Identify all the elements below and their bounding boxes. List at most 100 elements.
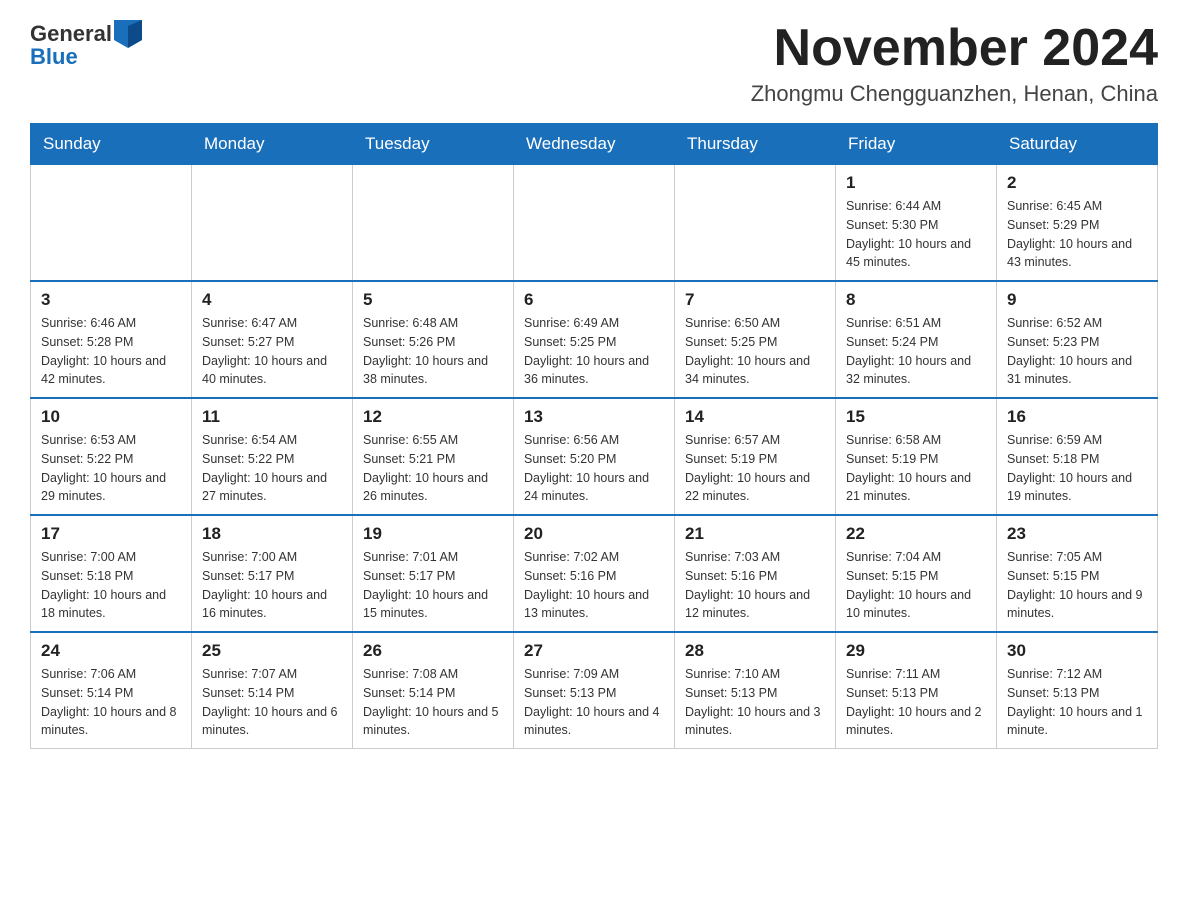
day-number: 19	[363, 524, 503, 544]
calendar-cell: 7 Sunrise: 6:50 AM Sunset: 5:25 PM Daylig…	[675, 281, 836, 398]
day-info: Sunrise: 6:48 AM Sunset: 5:26 PM Dayligh…	[363, 314, 503, 389]
calendar-cell: 29 Sunrise: 7:11 AM Sunset: 5:13 PM Dayli…	[836, 632, 997, 749]
calendar-cell: 27Sunrise: 7:09 AM Sunset: 5:13 PM Dayli…	[514, 632, 675, 749]
col-thursday: Thursday	[675, 124, 836, 165]
day-info: Sunrise: 6:59 AM Sunset: 5:18 PM Dayligh…	[1007, 431, 1147, 506]
col-monday: Monday	[192, 124, 353, 165]
day-number: 24	[41, 641, 181, 661]
day-number: 29	[846, 641, 986, 661]
day-number: 13	[524, 407, 664, 427]
day-info: Sunrise: 7:07 AM Sunset: 5:14 PM Dayligh…	[202, 665, 342, 740]
day-number: 22	[846, 524, 986, 544]
day-info: Sunrise: 7:00 AM Sunset: 5:17 PM Dayligh…	[202, 548, 342, 623]
page-header: General Blue November 2024 Zhongmu Cheng…	[30, 20, 1158, 107]
calendar-cell: 20 Sunrise: 7:02 AM Sunset: 5:16 PM Dayli…	[514, 515, 675, 632]
day-info: Sunrise: 7:04 AM Sunset: 5:15 PM Dayligh…	[846, 548, 986, 623]
day-info: Sunrise: 6:50 AM Sunset: 5:25 PM Dayligh…	[685, 314, 825, 389]
calendar-cell	[31, 165, 192, 282]
day-info: Sunrise: 7:12 AM Sunset: 5:13 PM Dayligh…	[1007, 665, 1147, 740]
day-number: 18	[202, 524, 342, 544]
day-info: Sunrise: 7:11 AM Sunset: 5:13 PM Dayligh…	[846, 665, 986, 740]
calendar-cell	[192, 165, 353, 282]
col-tuesday: Tuesday	[353, 124, 514, 165]
calendar-week-row: 1 Sunrise: 6:44 AM Sunset: 5:30 PM Daylig…	[31, 165, 1158, 282]
day-number: 10	[41, 407, 181, 427]
calendar-cell: 17Sunrise: 7:00 AM Sunset: 5:18 PM Dayli…	[31, 515, 192, 632]
day-number: 15	[846, 407, 986, 427]
day-number: 14	[685, 407, 825, 427]
location: Zhongmu Chengguanzhen, Henan, China	[751, 81, 1158, 107]
calendar-cell: 3 Sunrise: 6:46 AM Sunset: 5:28 PM Daylig…	[31, 281, 192, 398]
calendar-cell: 6 Sunrise: 6:49 AM Sunset: 5:25 PM Daylig…	[514, 281, 675, 398]
calendar-cell: 9 Sunrise: 6:52 AM Sunset: 5:23 PM Daylig…	[997, 281, 1158, 398]
col-wednesday: Wednesday	[514, 124, 675, 165]
calendar-cell: 28 Sunrise: 7:10 AM Sunset: 5:13 PM Dayli…	[675, 632, 836, 749]
calendar-table: Sunday Monday Tuesday Wednesday Thursday…	[30, 123, 1158, 749]
calendar-cell: 21 Sunrise: 7:03 AM Sunset: 5:16 PM Dayli…	[675, 515, 836, 632]
calendar-cell: 14 Sunrise: 6:57 AM Sunset: 5:19 PM Dayli…	[675, 398, 836, 515]
day-info: Sunrise: 6:57 AM Sunset: 5:19 PM Dayligh…	[685, 431, 825, 506]
calendar-cell: 5 Sunrise: 6:48 AM Sunset: 5:26 PM Daylig…	[353, 281, 514, 398]
day-info: Sunrise: 6:54 AM Sunset: 5:22 PM Dayligh…	[202, 431, 342, 506]
day-number: 8	[846, 290, 986, 310]
calendar-cell: 26Sunrise: 7:08 AM Sunset: 5:14 PM Dayli…	[353, 632, 514, 749]
calendar-cell: 23 Sunrise: 7:05 AM Sunset: 5:15 PM Dayli…	[997, 515, 1158, 632]
col-saturday: Saturday	[997, 124, 1158, 165]
col-sunday: Sunday	[31, 124, 192, 165]
calendar-cell: 24 Sunrise: 7:06 AM Sunset: 5:14 PM Dayli…	[31, 632, 192, 749]
day-number: 23	[1007, 524, 1147, 544]
day-info: Sunrise: 6:51 AM Sunset: 5:24 PM Dayligh…	[846, 314, 986, 389]
day-info: Sunrise: 6:58 AM Sunset: 5:19 PM Dayligh…	[846, 431, 986, 506]
day-info: Sunrise: 7:00 AM Sunset: 5:18 PM Dayligh…	[41, 548, 181, 623]
calendar-cell: 30Sunrise: 7:12 AM Sunset: 5:13 PM Dayli…	[997, 632, 1158, 749]
day-info: Sunrise: 7:05 AM Sunset: 5:15 PM Dayligh…	[1007, 548, 1147, 623]
calendar-cell: 11Sunrise: 6:54 AM Sunset: 5:22 PM Dayli…	[192, 398, 353, 515]
calendar-cell: 19 Sunrise: 7:01 AM Sunset: 5:17 PM Dayli…	[353, 515, 514, 632]
calendar-cell: 22 Sunrise: 7:04 AM Sunset: 5:15 PM Dayli…	[836, 515, 997, 632]
day-number: 16	[1007, 407, 1147, 427]
day-info: Sunrise: 6:56 AM Sunset: 5:20 PM Dayligh…	[524, 431, 664, 506]
calendar-cell: 10Sunrise: 6:53 AM Sunset: 5:22 PM Dayli…	[31, 398, 192, 515]
calendar-cell: 16 Sunrise: 6:59 AM Sunset: 5:18 PM Dayli…	[997, 398, 1158, 515]
calendar-cell: 18 Sunrise: 7:00 AM Sunset: 5:17 PM Dayli…	[192, 515, 353, 632]
logo-blue: Blue	[30, 44, 78, 70]
day-info: Sunrise: 6:52 AM Sunset: 5:23 PM Dayligh…	[1007, 314, 1147, 389]
calendar-cell: 4Sunrise: 6:47 AM Sunset: 5:27 PM Daylig…	[192, 281, 353, 398]
calendar-header-row: Sunday Monday Tuesday Wednesday Thursday…	[31, 124, 1158, 165]
day-number: 12	[363, 407, 503, 427]
day-number: 1	[846, 173, 986, 193]
calendar-cell: 1 Sunrise: 6:44 AM Sunset: 5:30 PM Daylig…	[836, 165, 997, 282]
calendar-week-row: 3 Sunrise: 6:46 AM Sunset: 5:28 PM Daylig…	[31, 281, 1158, 398]
day-number: 7	[685, 290, 825, 310]
calendar-cell: 2Sunrise: 6:45 AM Sunset: 5:29 PM Daylig…	[997, 165, 1158, 282]
day-number: 3	[41, 290, 181, 310]
day-info: Sunrise: 6:55 AM Sunset: 5:21 PM Dayligh…	[363, 431, 503, 506]
calendar-cell	[353, 165, 514, 282]
calendar-cell	[675, 165, 836, 282]
calendar-cell: 15 Sunrise: 6:58 AM Sunset: 5:19 PM Dayli…	[836, 398, 997, 515]
day-info: Sunrise: 7:10 AM Sunset: 5:13 PM Dayligh…	[685, 665, 825, 740]
day-info: Sunrise: 6:44 AM Sunset: 5:30 PM Dayligh…	[846, 197, 986, 272]
day-info: Sunrise: 7:06 AM Sunset: 5:14 PM Dayligh…	[41, 665, 181, 740]
day-info: Sunrise: 7:02 AM Sunset: 5:16 PM Dayligh…	[524, 548, 664, 623]
col-friday: Friday	[836, 124, 997, 165]
day-info: Sunrise: 7:01 AM Sunset: 5:17 PM Dayligh…	[363, 548, 503, 623]
day-number: 9	[1007, 290, 1147, 310]
day-number: 5	[363, 290, 503, 310]
day-info: Sunrise: 6:47 AM Sunset: 5:27 PM Dayligh…	[202, 314, 342, 389]
day-info: Sunrise: 7:03 AM Sunset: 5:16 PM Dayligh…	[685, 548, 825, 623]
title-section: November 2024 Zhongmu Chengguanzhen, Hen…	[751, 20, 1158, 107]
calendar-week-row: 17Sunrise: 7:00 AM Sunset: 5:18 PM Dayli…	[31, 515, 1158, 632]
day-number: 26	[363, 641, 503, 661]
day-info: Sunrise: 6:49 AM Sunset: 5:25 PM Dayligh…	[524, 314, 664, 389]
calendar-cell: 12 Sunrise: 6:55 AM Sunset: 5:21 PM Dayli…	[353, 398, 514, 515]
day-number: 20	[524, 524, 664, 544]
calendar-cell: 25Sunrise: 7:07 AM Sunset: 5:14 PM Dayli…	[192, 632, 353, 749]
day-number: 28	[685, 641, 825, 661]
day-number: 6	[524, 290, 664, 310]
day-info: Sunrise: 6:46 AM Sunset: 5:28 PM Dayligh…	[41, 314, 181, 389]
day-number: 21	[685, 524, 825, 544]
calendar-week-row: 24 Sunrise: 7:06 AM Sunset: 5:14 PM Dayli…	[31, 632, 1158, 749]
logo-icon	[114, 20, 142, 48]
calendar-cell: 13 Sunrise: 6:56 AM Sunset: 5:20 PM Dayli…	[514, 398, 675, 515]
